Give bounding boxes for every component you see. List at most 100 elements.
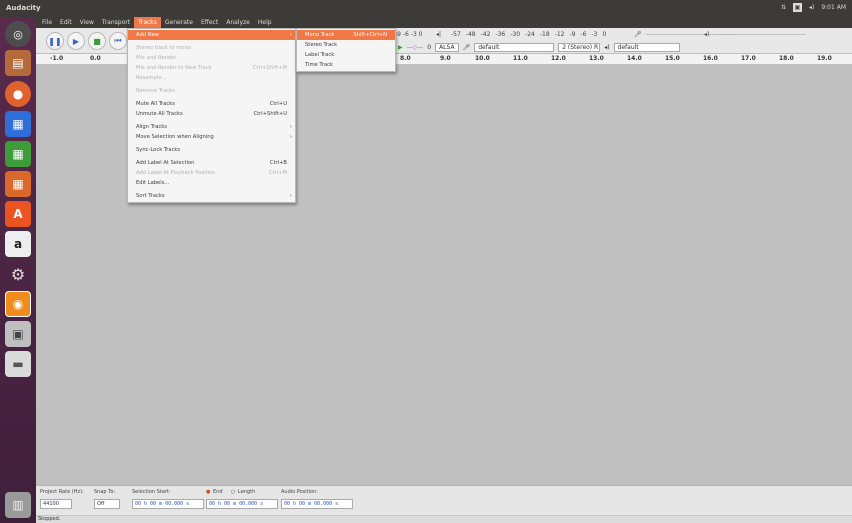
pause-icon[interactable]: ❚❚ bbox=[46, 32, 64, 50]
amazon-icon[interactable]: a bbox=[5, 231, 31, 257]
files-icon[interactable]: ▤ bbox=[5, 50, 31, 76]
menu-item-label: Add New bbox=[136, 32, 160, 38]
playback-meter-scale[interactable]: -57 -48 -42 -36 -30 -24 -18 -12 -9 -6 -3… bbox=[451, 31, 606, 40]
mic-icon[interactable]: 🎤︎ bbox=[634, 31, 642, 40]
play-at-speed-icon[interactable]: ▶ bbox=[398, 44, 403, 51]
channels-select[interactable]: 2 (Stereo) R bbox=[558, 42, 601, 52]
impress-icon[interactable]: ▦ bbox=[5, 171, 31, 197]
menu-item-shortcut: Shift+Ctrl+N bbox=[353, 32, 387, 38]
menu-item-add-label-at-selection[interactable]: Add Label At Selection Ctrl+B bbox=[128, 158, 295, 168]
menu-item-label: Add Label At Selection bbox=[136, 160, 195, 166]
menu-item-label: Sort Tracks bbox=[136, 193, 165, 199]
menu-file[interactable]: File bbox=[38, 17, 56, 28]
menu-item-time-track[interactable]: Time Track bbox=[297, 60, 395, 70]
audacity-icon[interactable]: ◉ bbox=[5, 291, 31, 317]
settings-icon[interactable]: ⚙ bbox=[5, 261, 31, 287]
menubar: File Edit View Transport Tracks Generate… bbox=[36, 17, 852, 28]
clock[interactable]: 9:01 AM bbox=[821, 4, 846, 11]
menu-item-label: Mute All Tracks bbox=[136, 101, 175, 107]
record-meter-scale: -9 -6 -3 0 bbox=[395, 31, 423, 38]
drive-icon[interactable]: ▬ bbox=[5, 351, 31, 377]
menu-item-shortcut: Ctrl+M bbox=[268, 170, 287, 176]
menu-item-move-selection-when-aligning[interactable]: Move Selection when Aligning › bbox=[128, 132, 295, 142]
menu-item-label: Add Label At Playback Position bbox=[136, 170, 216, 176]
menu-item-shortcut: Ctrl+U bbox=[269, 101, 287, 107]
writer-icon[interactable]: ▦ bbox=[5, 111, 31, 137]
menu-view[interactable]: View bbox=[76, 17, 98, 28]
dash-icon[interactable]: ◎ bbox=[5, 21, 31, 47]
chevron-right-icon: › bbox=[289, 32, 292, 38]
snap-to-label: Snap To: bbox=[94, 489, 116, 495]
keyboard-icon[interactable]: ⇅ bbox=[781, 4, 786, 11]
host-select[interactable]: ALSA bbox=[435, 42, 459, 52]
selection-end-field[interactable]: 00 h 00 m 00.000 s bbox=[206, 499, 278, 509]
menu-item-label: Stereo Track bbox=[305, 42, 338, 48]
selection-start-field[interactable]: 00 h 00 m 00.000 s bbox=[132, 499, 204, 509]
menu-item-mute-all-tracks[interactable]: Mute All Tracks Ctrl+U bbox=[128, 99, 295, 109]
menu-item-shortcut: Ctrl+Shift+U bbox=[253, 111, 287, 117]
meter-toggle-icon[interactable]: ◂| bbox=[436, 31, 441, 40]
menu-item-label-track[interactable]: Label Track bbox=[297, 50, 395, 60]
menu-item-unmute-all-tracks[interactable]: Unmute All Tracks Ctrl+Shift+U bbox=[128, 109, 295, 119]
status-bar: Stopped. bbox=[36, 515, 852, 523]
window-title: Audacity bbox=[6, 4, 41, 12]
playback-device-select[interactable]: default bbox=[613, 42, 680, 52]
menu-item-stereo-track[interactable]: Stereo Track bbox=[297, 40, 395, 50]
firefox-icon[interactable]: ● bbox=[5, 81, 31, 107]
end-radio[interactable]: ● bbox=[206, 489, 210, 495]
mic-icon: 🎤︎ bbox=[462, 43, 471, 51]
stop-icon[interactable]: ■ bbox=[88, 32, 106, 50]
menu-item-align-tracks[interactable]: Align Tracks › bbox=[128, 122, 295, 132]
skip-start-icon[interactable]: ⏮ bbox=[109, 32, 127, 50]
menu-item-label: Move Selection when Aligning bbox=[136, 134, 214, 140]
menu-item-label: Mix and Render bbox=[136, 55, 177, 61]
menu-item-label: Unmute All Tracks bbox=[136, 111, 183, 117]
snap-to-select[interactable]: Off bbox=[94, 499, 120, 509]
menu-effect[interactable]: Effect bbox=[197, 17, 222, 28]
menu-item-label: Mono Track bbox=[305, 32, 335, 38]
project-rate-select[interactable]: 44100 bbox=[40, 499, 72, 509]
menu-item-stereo-track-to-mono: Stereo track to mono bbox=[128, 43, 295, 53]
menu-help[interactable]: Help bbox=[254, 17, 276, 28]
menu-item-sort-tracks[interactable]: Sort Tracks › bbox=[128, 191, 295, 201]
length-radio[interactable]: ○ bbox=[231, 489, 235, 495]
launcher: ◎ ▤ ● ▦ ▦ ▦ A a ⚙ ◉ ▣ ▬ ▥ bbox=[0, 17, 36, 523]
menu-item-label: Stereo track to mono bbox=[136, 45, 191, 51]
calc-icon[interactable]: ▦ bbox=[5, 141, 31, 167]
menu-item-label: Sync-Lock Tracks bbox=[136, 147, 181, 153]
menu-item-add-new[interactable]: Add New › bbox=[128, 30, 295, 40]
device-toolbar: ▶ —◇— 0 ALSA 🎤︎ default 2 (Stereo) R ◂) … bbox=[398, 42, 680, 52]
menu-item-label: Resample... bbox=[136, 75, 167, 81]
menu-tracks[interactable]: Tracks bbox=[134, 17, 161, 28]
menu-item-sync-lock-tracks[interactable]: Sync-Lock Tracks bbox=[128, 145, 295, 155]
trash-icon[interactable]: ▥ bbox=[5, 492, 31, 518]
menu-item-label: Time Track bbox=[305, 62, 333, 68]
menu-item-shortcut: Ctrl+B bbox=[269, 160, 287, 166]
audio-position-field[interactable]: 00 h 00 m 00.000 s bbox=[281, 499, 353, 509]
volume-icon[interactable]: ◂) bbox=[809, 4, 814, 11]
play-speed-slider[interactable]: —◇— bbox=[407, 44, 424, 51]
menu-item-edit-labels[interactable]: Edit Labels... bbox=[128, 178, 295, 188]
top-panel: Audacity ⇅ ▣ ◂) 9:01 AM bbox=[0, 0, 852, 17]
menu-item-label: Mix and Render to New Track bbox=[136, 65, 212, 71]
menu-item-mono-track[interactable]: Mono Track Shift+Ctrl+N bbox=[297, 30, 395, 40]
menu-analyze[interactable]: Analyze bbox=[222, 17, 254, 28]
menu-item-resample: Resample... bbox=[128, 73, 295, 83]
playback-volume-slider[interactable]: ——————————————— bbox=[716, 31, 806, 40]
play-icon[interactable]: ▶ bbox=[67, 32, 85, 50]
tracks-menu: Add New › Stereo track to mono Mix and Rend… bbox=[127, 28, 296, 203]
chevron-right-icon: › bbox=[289, 193, 292, 199]
add-new-submenu: Mono Track Shift+Ctrl+N Stereo Track Label … bbox=[296, 28, 396, 72]
battery-icon[interactable]: ▣ bbox=[792, 3, 802, 12]
chevron-right-icon: › bbox=[289, 134, 292, 140]
menu-item-label: Align Tracks bbox=[136, 124, 167, 130]
menu-transport[interactable]: Transport bbox=[98, 17, 134, 28]
speaker-icon[interactable]: ◂) bbox=[704, 31, 709, 40]
selection-start-label: Selection Start: bbox=[132, 489, 171, 495]
menu-generate[interactable]: Generate bbox=[161, 17, 197, 28]
menu-item-mix-and-render-to-new-track: Mix and Render to New Track Ctrl+Shift+M bbox=[128, 63, 295, 73]
software-center-icon[interactable]: A bbox=[5, 201, 31, 227]
recording-device-select[interactable]: default bbox=[474, 42, 555, 52]
menu-edit[interactable]: Edit bbox=[56, 17, 76, 28]
screenshot-icon[interactable]: ▣ bbox=[5, 321, 31, 347]
